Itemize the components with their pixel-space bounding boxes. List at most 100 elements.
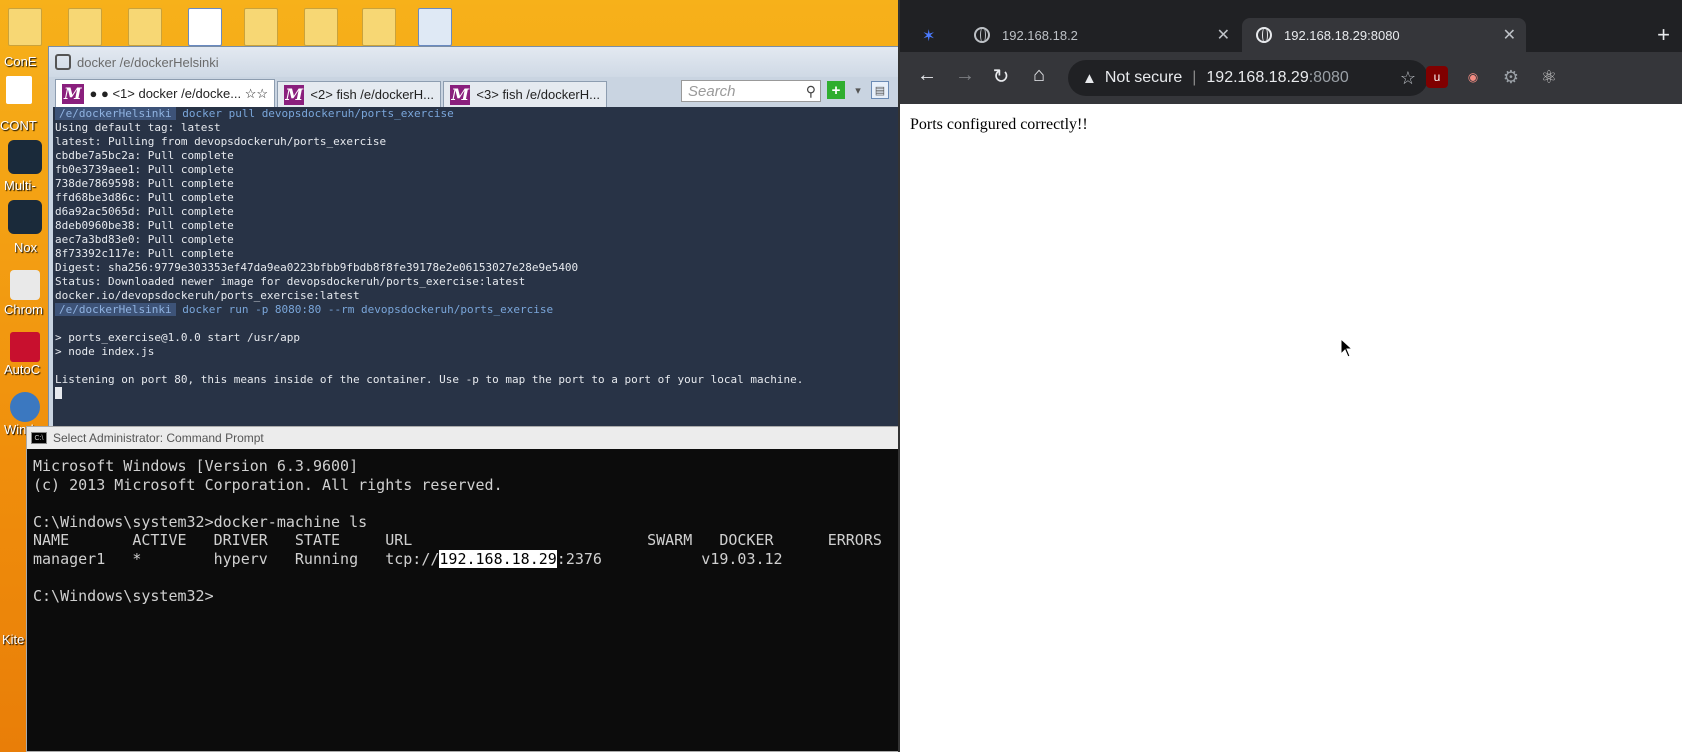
console-line: Listening on port 80, this means inside … (55, 373, 804, 386)
folder-shortcut-icon[interactable] (244, 8, 278, 46)
autocad-icon[interactable] (10, 332, 40, 362)
mouse-cursor-icon (1340, 338, 1354, 358)
chevron-down-icon[interactable]: ▾ (849, 81, 867, 99)
forward-button[interactable]: → (952, 64, 978, 87)
conemu-tab-2[interactable]: M <2> fish /e/dockerH... (277, 81, 441, 107)
folder-shortcut-icon[interactable] (362, 8, 396, 46)
command-text: docker pull devopsdockeruh/ports_exercis… (182, 107, 454, 120)
globe-icon (1256, 27, 1272, 43)
windows-app-icon[interactable] (10, 392, 40, 422)
prompt-path: /e/dockerHelsinki (55, 107, 176, 120)
text-cursor (55, 387, 62, 399)
address-bar[interactable]: ▲ Not secure | 192.168.18.29:8080 ☆ (1068, 60, 1428, 96)
globe-icon (974, 27, 990, 43)
tab-label: ● ● <1> docker /e/docke... ☆☆ (89, 85, 268, 101)
url-host: 192.168.18.29 (1206, 69, 1309, 86)
desktop-label: Kite (2, 632, 25, 647)
app-icon[interactable] (6, 76, 32, 104)
folder-shortcut-icon[interactable] (304, 8, 338, 46)
console-line: C:\Windows\system32>docker-machine ls (33, 512, 368, 531)
conemu-tab-3[interactable]: M <3> fish /e/dockerH... (443, 81, 607, 107)
folder-shortcut-icon[interactable] (68, 8, 102, 46)
console-line: ffd68be3d86c: Pull complete (55, 191, 234, 204)
tab-192-168-18-29[interactable]: 192.168.18.29:8080 ✕ (1242, 18, 1526, 52)
desktop-label: Nox (14, 240, 38, 255)
react-icon[interactable]: ⚛ (1538, 66, 1560, 88)
new-tab-button[interactable]: + (1657, 22, 1670, 48)
document-shortcut-icon[interactable] (188, 8, 222, 46)
console-line: aec7a3bd83e0: Pull complete (55, 233, 234, 246)
search-input[interactable]: Search ⚲ (681, 80, 821, 102)
console-line: Microsoft Windows [Version 6.3.9600] (33, 457, 359, 475)
conemu-tabbar: M ● ● <1> docker /e/docke... ☆☆ M <2> fi… (49, 77, 959, 107)
cmd-console[interactable]: Microsoft Windows [Version 6.3.9600] (c)… (31, 457, 899, 751)
folder-icon[interactable] (128, 8, 162, 46)
desktop-label: AutoC (4, 362, 41, 377)
search-placeholder: Search (688, 82, 736, 100)
window-title: Select Administrator: Command Prompt (53, 431, 264, 445)
folder-icon[interactable] (8, 8, 42, 46)
nox-icon[interactable] (8, 140, 42, 174)
page-content: Ports configured correctly!! (900, 104, 1682, 146)
reload-button[interactable]: ↻ (988, 64, 1014, 89)
tab-label: <2> fish /e/dockerH... (310, 87, 434, 102)
row-suffix: :2376 v19.03.12 (556, 549, 783, 568)
console-line: > node index.js (55, 345, 155, 358)
tab-search-icon[interactable]: ✶ (922, 26, 935, 46)
selected-ip[interactable]: 192.168.18.29 (439, 549, 557, 568)
conemu-logo-icon (55, 54, 71, 70)
console-line: Using default tag: latest (55, 121, 221, 134)
cmd-titlebar[interactable]: C:\ Select Administrator: Command Prompt (27, 427, 899, 449)
desktop-label: Multi- (4, 178, 36, 193)
settings-shortcut-icon[interactable] (418, 8, 452, 46)
prompt-path: /e/dockerHelsinki (55, 303, 176, 316)
desktop-label: ConE (4, 54, 37, 69)
tab-192-168-18-2[interactable]: 192.168.18.2 ✕ (960, 18, 1240, 52)
conemu-console[interactable]: /e/dockerHelsinki docker pull devopsdock… (53, 107, 959, 465)
command-text: docker run -p 8080:80 --rm devopsdockeru… (182, 303, 554, 316)
row-prefix: manager1 * hyperv Running tcp:// (33, 549, 440, 568)
table-row: manager1 * hyperv Running tcp://192.168.… (33, 549, 899, 569)
back-button[interactable]: ← (914, 64, 940, 87)
console-line: fb0e3739aee1: Pull complete (55, 163, 234, 176)
star-icon[interactable]: ☆ (1400, 68, 1416, 89)
nox-icon[interactable] (8, 200, 42, 234)
close-icon[interactable]: ✕ (1503, 25, 1516, 45)
window-title: docker /e/dockerHelsinki (77, 54, 219, 70)
console-line: 8deb0960be38: Pull complete (55, 219, 234, 232)
conemu-tab-1[interactable]: M ● ● <1> docker /e/docke... ☆☆ (55, 79, 275, 107)
m-icon: M (62, 83, 84, 104)
new-console-button[interactable]: + (827, 81, 845, 99)
gear-icon[interactable]: ⚙ (1500, 66, 1522, 88)
security-label[interactable]: Not secure (1105, 69, 1182, 87)
m-icon: M (450, 84, 471, 105)
console-line: Digest: sha256:9779e303353ef47da9ea0223b… (55, 261, 579, 274)
prompt-line: C:\Windows\system32> (33, 587, 214, 606)
ublock-icon[interactable]: u (1426, 66, 1448, 88)
console-line: cbdbe7a5bc2a: Pull complete (55, 149, 234, 162)
m-icon: M (284, 84, 305, 105)
home-button[interactable]: ⌂ (1026, 64, 1052, 87)
spy-extension-icon[interactable]: ◉ (1462, 66, 1484, 88)
browser-tabbar: ✶ 192.168.18.2 ✕ 192.168.18.29:8080 ✕ + (900, 0, 1682, 52)
tab-title: 192.168.18.2 (1002, 27, 1078, 43)
close-icon[interactable]: ✕ (1217, 25, 1230, 45)
console-line: Status: Downloaded newer image for devop… (55, 275, 526, 288)
warning-icon[interactable]: ▲ (1082, 70, 1097, 87)
tab-label: <3> fish /e/dockerH... (476, 87, 600, 102)
chrome-shortcut-icon[interactable] (10, 270, 40, 300)
console-line: (c) 2013 Microsoft Corporation. All righ… (33, 475, 503, 494)
conemu-titlebar[interactable]: docker /e/dockerHelsinki (49, 47, 959, 77)
command-prompt-window: C:\ Select Administrator: Command Prompt… (26, 426, 900, 752)
separator: | (1192, 69, 1197, 86)
console-line: d6a92ac5065d: Pull complete (55, 205, 234, 218)
tab-title: 192.168.18.29:8080 (1284, 27, 1400, 43)
console-line: > ports_exercise@1.0.0 start /usr/app (55, 331, 301, 344)
layout-icon[interactable]: ▤ (871, 81, 889, 99)
desktop-label: Chrom (4, 302, 44, 317)
page-text: Ports configured correctly!! (910, 116, 1088, 133)
search-icon[interactable]: ⚲ (806, 83, 816, 100)
